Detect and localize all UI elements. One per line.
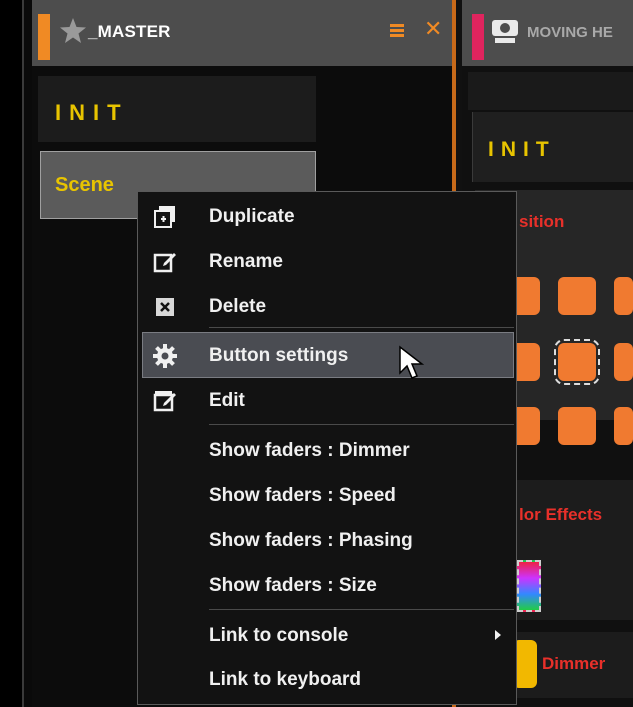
- scene-button-label: Scene: [55, 174, 114, 196]
- menu-item-delete[interactable]: Delete: [209, 296, 266, 318]
- menu-item-rename[interactable]: Rename: [209, 251, 283, 273]
- mouse-cursor-icon: [398, 345, 426, 381]
- dimmer-label: Dimmer: [542, 654, 606, 673]
- menu-separator: [209, 609, 514, 610]
- submenu-arrow-icon: [493, 627, 503, 648]
- delete-icon: [152, 294, 178, 320]
- position-preset-tile[interactable]: [558, 277, 596, 315]
- moving-head-icon: [490, 16, 520, 46]
- panel-border: [22, 0, 24, 707]
- position-section-label: sition: [519, 212, 565, 231]
- color-effects-label: lor Effects: [519, 505, 603, 524]
- color-effect-button[interactable]: [517, 560, 541, 612]
- menu-item-link-to-console[interactable]: Link to console: [209, 625, 348, 647]
- menu-item-show-faders-size[interactable]: Show faders : Size: [209, 575, 377, 597]
- menu-item-show-faders-phasing[interactable]: Show faders : Phasing: [209, 530, 413, 552]
- menu-item-button-settings[interactable]: Button settings: [209, 345, 348, 367]
- edit-icon: [152, 388, 178, 414]
- rename-icon: [152, 249, 178, 275]
- star-icon: [58, 16, 88, 46]
- menu-item-show-faders-speed[interactable]: Show faders : Speed: [209, 485, 396, 507]
- menu-item-link-to-keyboard[interactable]: Link to keyboard: [209, 669, 361, 691]
- position-preset-tile[interactable]: [614, 277, 633, 315]
- moving-head-accent-bar: [472, 14, 484, 60]
- menu-item-edit[interactable]: Edit: [209, 390, 245, 412]
- duplicate-icon: [152, 204, 178, 230]
- menu-separator: [209, 327, 514, 328]
- menu-item-show-faders-dimmer[interactable]: Show faders : Dimmer: [209, 440, 410, 462]
- position-preset-tile[interactable]: [614, 343, 633, 381]
- master-panel-title: _MASTER: [88, 22, 171, 41]
- moving-head-toolbar: [468, 72, 633, 110]
- moving-head-panel-title: MOVING HE: [527, 24, 613, 41]
- close-icon[interactable]: ✕: [424, 16, 442, 42]
- hamburger-menu-icon[interactable]: [388, 18, 408, 42]
- position-preset-tile[interactable]: [614, 407, 633, 445]
- init-button-label: INIT: [55, 100, 129, 125]
- menu-item-duplicate[interactable]: Duplicate: [209, 206, 295, 228]
- gear-icon: [152, 343, 178, 369]
- menu-separator: [209, 424, 514, 425]
- master-accent-bar: [38, 14, 50, 60]
- position-preset-tile[interactable]: [558, 407, 596, 445]
- moving-head-init-label: INIT: [488, 138, 556, 161]
- position-preset-tile-selected[interactable]: [554, 339, 600, 385]
